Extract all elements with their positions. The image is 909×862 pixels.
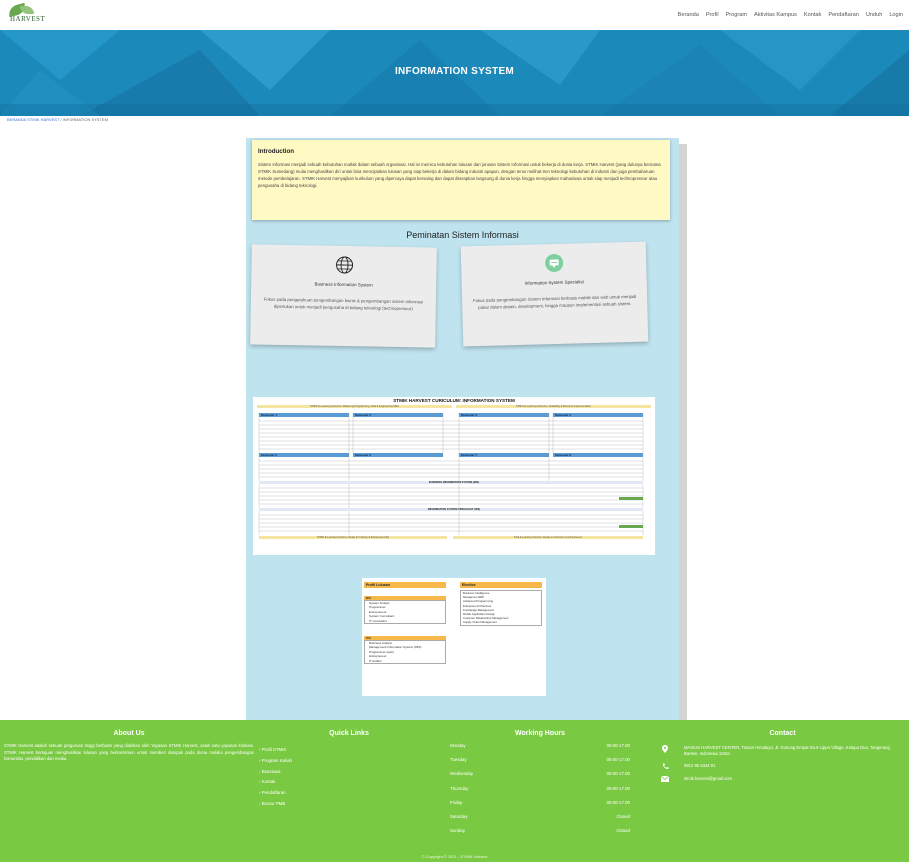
hours-row: Thursday 09.00-17.00 bbox=[450, 785, 630, 791]
footer-about-text: STMIK Harvest adalah sebuah perguruan ti… bbox=[4, 743, 254, 762]
breadcrumb: BERANDA STMIK HARVEST / INFORMATION SYST… bbox=[7, 117, 108, 122]
contact-email[interactable]: stmik.harvest@gmail.com bbox=[660, 776, 905, 782]
contact-phone[interactable]: 0812 95 6344 81 bbox=[660, 763, 905, 770]
envelope-icon bbox=[660, 776, 670, 782]
footer: About Us STMIK Harvest adalah sebuah per… bbox=[0, 720, 909, 862]
curriculum-band: BUSINESS INFORMATION SYSTEM (BIS) bbox=[428, 481, 480, 484]
curriculum-band: STMIK E-Learning Outcome: Ready for Indu… bbox=[316, 536, 390, 539]
logo-text: HARVEST bbox=[10, 15, 46, 23]
phone-icon bbox=[660, 763, 670, 770]
semester-label: Semester 7 bbox=[461, 453, 478, 457]
nav-item-pendaftaran[interactable]: Pendaftaran bbox=[828, 12, 858, 18]
profil-lulusan-title: Profil Lulusan bbox=[364, 582, 446, 588]
semester-label: Semester 1 bbox=[261, 413, 278, 417]
semester-label: Semester 3 bbox=[461, 413, 478, 417]
footer-link[interactable]: › Profil STMIK bbox=[259, 745, 439, 756]
hours-row: Saturday Closed bbox=[450, 814, 630, 820]
card-title: Business Information System bbox=[314, 281, 373, 288]
peminatan-title: Peminatan Sistem Informasi bbox=[406, 230, 519, 240]
footer-link[interactable]: › Kontak bbox=[259, 777, 439, 788]
breadcrumb-current: INFORMATION SYSTEM bbox=[62, 117, 108, 122]
contact-address: MAXIUS HARVEST CENTER, Taman Himalaya, J… bbox=[660, 745, 905, 757]
footer-link[interactable]: › Program Kuliah bbox=[259, 756, 439, 767]
card-description: Fokus pada pengembangan Sistem Informasi… bbox=[472, 293, 637, 310]
footer-links-title: Quick Links bbox=[329, 730, 369, 737]
footer-about-title: About Us bbox=[113, 730, 145, 737]
semester-label: Semester 6 bbox=[355, 453, 372, 457]
hours-row: Sunday Closed bbox=[450, 828, 630, 834]
card-business-information-system: Business Information System Fokus pada p… bbox=[250, 244, 437, 348]
nav-item-beranda[interactable]: Beranda bbox=[678, 12, 699, 18]
chat-icon bbox=[542, 252, 565, 275]
footer-hours-title: Working Hours bbox=[514, 730, 566, 737]
footer-quick-links: Quick Links › Profil STMIK › Program Kul… bbox=[259, 730, 439, 810]
footer-working-hours: Working Hours Monday 09.00-17.00 Tuesday 0… bbox=[450, 730, 630, 838]
elective-title: Elective bbox=[460, 582, 542, 588]
curriculum-band: INFORMATION SYSTEM SPECIALIST (ISS) bbox=[427, 508, 481, 511]
list-item: IT Consultant bbox=[369, 618, 387, 623]
list-item: Supply Chain Management bbox=[463, 620, 497, 625]
footer-contact: Contact MAXIUS HARVEST CENTER, Taman Him… bbox=[660, 730, 905, 782]
nav-item-aktivitas-kampus[interactable]: Aktivitas Kampus bbox=[754, 12, 797, 18]
breadcrumb-home-link[interactable]: BERANDA STMIK HARVEST bbox=[7, 117, 59, 122]
elective-list: Business Intelligence Manajemen ERP Adva… bbox=[460, 590, 542, 626]
nav-item-profil[interactable]: Profil bbox=[706, 12, 719, 18]
nav-item-program[interactable]: Program bbox=[726, 12, 747, 18]
semester-label: Semester 4 bbox=[555, 413, 572, 417]
semester-label: Semester 5 bbox=[261, 453, 278, 457]
elective-image: Profil Lulusan BIS System Analyst Progra… bbox=[362, 578, 546, 696]
leaf-icon bbox=[20, 6, 34, 14]
hours-row: Tuesday 09.00-17.00 bbox=[450, 757, 630, 763]
nav-item-login[interactable]: Login bbox=[889, 12, 903, 18]
hero-banner: INFORMATION SYSTEM bbox=[0, 30, 909, 116]
page-title: INFORMATION SYSTEM bbox=[394, 66, 515, 77]
curriculum-image: STMIK HARVEST CURICULUM: INFORMATION SYS… bbox=[253, 397, 655, 555]
hours-row: Friday 09.00-17.00 bbox=[450, 799, 630, 805]
curriculum-title: STMIK HARVEST CURICULUM: INFORMATION SYS… bbox=[393, 398, 515, 403]
nav-item-kontak[interactable]: Kontak bbox=[804, 12, 821, 18]
footer-links-list: › Profil STMIK › Program Kuliah › Beasis… bbox=[259, 745, 439, 810]
footer-link[interactable]: › Pendaftaran bbox=[259, 788, 439, 799]
profil-lulusan-box: Profil Lulusan BIS System Analyst Progra… bbox=[364, 582, 446, 665]
globe-icon bbox=[333, 254, 355, 276]
card-title: Information System Specialist bbox=[524, 279, 584, 286]
curriculum-band-right: STMIK E-Learning Outcome: Scalability & … bbox=[456, 405, 651, 408]
elective-box: Elective Business Intelligence Manajemen… bbox=[460, 582, 542, 626]
bis-list: System Analyst Programmer Entrepreneur S… bbox=[364, 600, 446, 625]
footer-contact-title: Contact bbox=[769, 730, 796, 737]
intro-box: Introduction Sistem Informasi menjadi se… bbox=[252, 140, 670, 220]
footer-about: About Us STMIK Harvest adalah sebuah per… bbox=[4, 730, 254, 763]
top-navbar: HARVEST Beranda Profil Program Aktivitas… bbox=[0, 0, 909, 30]
nav-item-unduh[interactable]: Unduh bbox=[866, 12, 882, 18]
iss-list: Business Analyst Management Information … bbox=[364, 640, 446, 665]
semester-label: Semester 8 bbox=[555, 453, 572, 457]
footer-link[interactable]: › Brosur PMB bbox=[259, 799, 439, 810]
list-item: IT Auditor bbox=[369, 658, 382, 663]
map-pin-icon bbox=[660, 745, 670, 757]
semester-label: Semester 2 bbox=[355, 413, 372, 417]
logo[interactable]: HARVEST bbox=[6, 2, 66, 26]
hours-row: Monday 09.00-17.00 bbox=[450, 743, 630, 748]
footer-link[interactable]: › Beasiswa bbox=[259, 767, 439, 778]
main-nav: Beranda Profil Program Aktivitas Kampus … bbox=[678, 12, 903, 18]
copyright: © Copyright © 2021 - STMIK Harvest bbox=[421, 854, 488, 859]
card-information-system-specialist: Information System Specialist Fokus pada… bbox=[460, 241, 649, 347]
intro-title: Introduction bbox=[258, 148, 295, 155]
curriculum-band-left: STMIK E-Learning Outcome: Mastering Prog… bbox=[257, 405, 452, 408]
intro-text: Sistem Informasi menjadi sebuah kebutuha… bbox=[258, 162, 661, 188]
card-description: Fokus pada pengetahuan pengembangan bisn… bbox=[263, 296, 424, 312]
hours-row: Wednesday 09.00-17.00 bbox=[450, 771, 630, 777]
curriculum-band: Final E-Learning Outcome: Ready to work … bbox=[513, 536, 583, 539]
